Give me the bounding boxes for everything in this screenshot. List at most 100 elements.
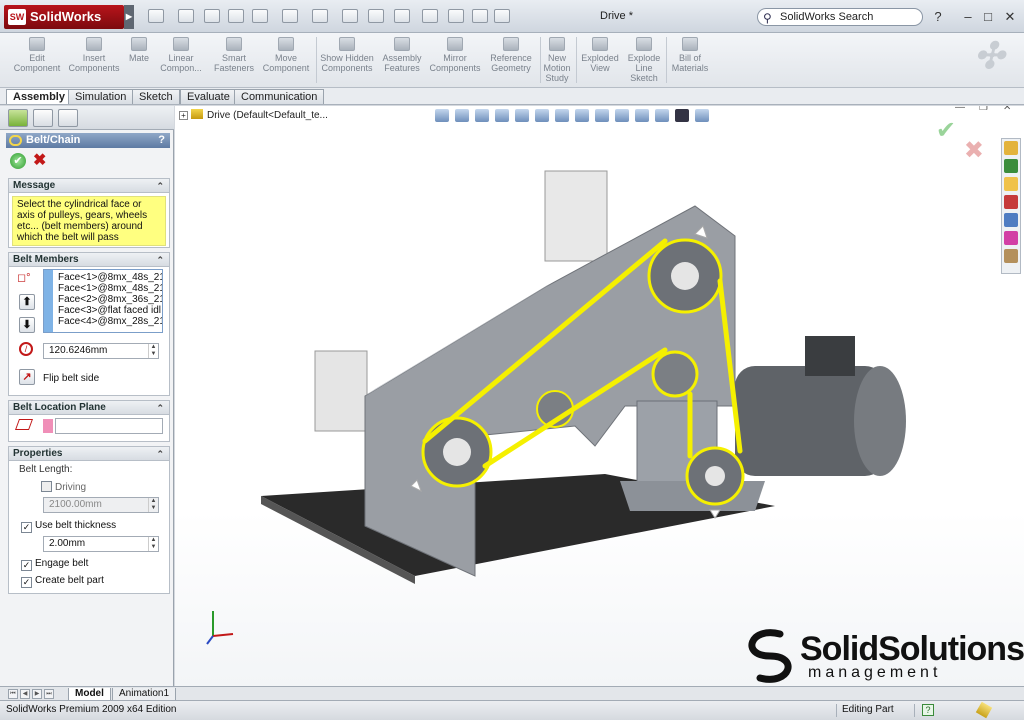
graphics-minimize-icon[interactable]: — <box>955 106 965 113</box>
engage-belt-checkbox[interactable]: ✓ Engage belt <box>21 558 88 571</box>
show-hidden-button[interactable]: Show Hidden Components <box>320 37 374 73</box>
ok-button[interactable]: ✔ <box>10 153 26 169</box>
section-view-icon[interactable] <box>495 109 509 122</box>
help-icon[interactable]: ? <box>930 9 946 24</box>
spinner-arrows[interactable]: ▲ ▼ <box>148 344 158 358</box>
assembly-features-button[interactable]: Assembly Features <box>380 37 424 73</box>
belt-thickness-field[interactable]: 2.00mm ▲ ▼ <box>43 536 159 552</box>
pitch-diameter-field[interactable]: 120.6246mm ▲ ▼ <box>43 343 159 359</box>
mirror-components-button[interactable]: Mirror Components <box>428 37 482 73</box>
file-explorer-icon[interactable] <box>1004 213 1018 227</box>
list-item[interactable]: Face<3>@flat faced idl <box>58 306 161 316</box>
dynamic-annotation-icon[interactable] <box>515 109 529 122</box>
perspective-icon[interactable] <box>695 109 709 122</box>
print-icon[interactable] <box>282 9 298 23</box>
rebuild-icon[interactable] <box>368 9 384 23</box>
next-tab-icon[interactable]: ▶ <box>32 689 42 699</box>
home-icon[interactable] <box>1004 141 1018 155</box>
flip-belt-side-button[interactable]: ↗ <box>19 369 35 385</box>
edit-appearance-icon[interactable] <box>595 109 609 122</box>
quick-tips-icon[interactable]: ? <box>922 704 934 716</box>
menu-expand-icon[interactable]: ▶ <box>124 5 134 29</box>
flip-belt-side-label[interactable]: Flip belt side <box>43 373 99 384</box>
graphics-close-icon[interactable]: ✕ <box>1003 106 1011 113</box>
graphics-area[interactable]: +Drive (Default<Default_te... — ❐ ✕ ✔ ✖ <box>175 106 1024 686</box>
graphics-restore-icon[interactable]: ❐ <box>979 106 988 113</box>
undo-icon[interactable] <box>312 9 328 23</box>
close-button[interactable]: ✕ <box>1002 9 1018 25</box>
exploded-view-button[interactable]: Exploded View <box>580 37 620 73</box>
explode-line-sketch-button[interactable]: Explode Line Sketch <box>624 37 664 83</box>
tab-simulation[interactable]: Simulation <box>68 89 134 104</box>
hide-show-items-icon[interactable] <box>575 109 589 122</box>
save-as-icon[interactable] <box>252 9 268 23</box>
display-style-icon[interactable] <box>555 109 569 122</box>
properties-header[interactable]: Properties ⌃ <box>9 447 169 461</box>
prev-tab-icon[interactable]: ◀ <box>20 689 30 699</box>
solidworks-logo[interactable]: SW SolidWorks ▶ <box>4 5 134 29</box>
file-properties-icon[interactable] <box>394 9 410 23</box>
move-up-button[interactable]: ⬆ <box>19 294 35 310</box>
toolbox-icon[interactable] <box>1004 195 1018 209</box>
first-tab-icon[interactable]: ⏮ <box>8 689 18 699</box>
zoom-to-area-icon[interactable] <box>455 109 469 122</box>
confirmation-cancel-icon[interactable]: ✖ <box>964 136 984 165</box>
feature-tree-flyout[interactable]: + Drive (Default<Default_te... <box>179 109 328 121</box>
zoom-to-fit-icon[interactable] <box>435 109 449 122</box>
collapse-icon[interactable]: ⌃ <box>156 179 164 193</box>
feature-manager-icon[interactable] <box>8 109 28 127</box>
tab-evaluate[interactable]: Evaluate <box>180 89 237 104</box>
message-header[interactable]: Message ⌃ <box>9 179 169 193</box>
insert-components-button[interactable]: Insert Components <box>66 37 122 73</box>
view-icon[interactable] <box>448 9 464 23</box>
list-item[interactable]: Face<2>@8mx_36s_21- <box>58 295 162 305</box>
belt-members-list[interactable]: Face<1>@8mx_48s_21- Face<1>@8mx_48s_21- … <box>43 269 163 333</box>
search-input[interactable]: ⚲ SolidWorks Search <box>757 8 923 26</box>
view-settings-icon[interactable] <box>635 109 649 122</box>
move-component-button[interactable]: Move Component <box>260 37 312 73</box>
configuration-manager-icon[interactable] <box>58 109 78 127</box>
reference-geometry-button[interactable]: Reference Geometry <box>486 37 536 73</box>
move-down-button[interactable]: ⬇ <box>19 317 35 333</box>
spinner-arrows[interactable]: ▲ ▼ <box>148 537 158 551</box>
custom-properties-icon[interactable] <box>1004 249 1018 263</box>
minimize-button[interactable]: – <box>960 9 976 24</box>
cancel-button[interactable]: ✖ <box>33 153 49 169</box>
pm-help-icon[interactable]: ? <box>158 133 165 148</box>
edit-component-button[interactable]: Edit Component <box>12 37 62 73</box>
confirmation-ok-icon[interactable]: ✔ <box>936 116 956 145</box>
resources-icon[interactable] <box>1004 159 1018 173</box>
tab-communication[interactable]: Communication <box>234 89 325 104</box>
bill-of-materials-button[interactable]: Bill of Materials <box>670 37 710 73</box>
smart-fasteners-button[interactable]: Smart Fasteners <box>210 37 258 73</box>
options-icon[interactable] <box>422 9 438 23</box>
use-belt-thickness-checkbox[interactable]: ✓ Use belt thickness <box>21 520 116 533</box>
new-motion-study-button[interactable]: New Motion Study <box>542 37 572 83</box>
collapse-icon[interactable]: ⌃ <box>156 253 164 267</box>
pin-icon[interactable] <box>975 701 993 719</box>
driving-checkbox[interactable]: Driving <box>41 481 86 494</box>
open-icon[interactable] <box>178 9 194 23</box>
linear-pattern-button[interactable]: Linear Compon... <box>157 37 205 73</box>
window-icon[interactable] <box>494 9 510 23</box>
plane-header[interactable]: Belt Location Plane ⌃ <box>9 401 169 415</box>
select-icon[interactable] <box>342 9 358 23</box>
create-belt-part-checkbox[interactable]: ✓ Create belt part <box>21 575 104 588</box>
collapse-icon[interactable]: ⌃ <box>156 401 164 415</box>
realview-icon[interactable] <box>655 109 669 122</box>
list-item[interactable]: Face<1>@8mx_48s_21- <box>58 273 162 283</box>
apply-scene-icon[interactable] <box>615 109 629 122</box>
appearances-icon[interactable] <box>1004 231 1018 245</box>
last-tab-icon[interactable]: ⏭ <box>44 689 54 699</box>
open-recent-icon[interactable] <box>204 9 220 23</box>
belt-members-header[interactable]: Belt Members ⌃ <box>9 253 169 267</box>
expand-icon[interactable]: + <box>179 111 188 120</box>
design-library-icon[interactable] <box>1004 177 1018 191</box>
shadows-icon[interactable] <box>675 109 689 122</box>
drive-assembly-model[interactable] <box>175 106 1024 686</box>
tab-assembly[interactable]: Assembly <box>6 89 72 104</box>
save-icon[interactable] <box>228 9 244 23</box>
new-document-icon[interactable] <box>148 9 164 23</box>
plane-selection-field[interactable] <box>55 418 163 434</box>
tools-icon[interactable] <box>472 9 488 23</box>
